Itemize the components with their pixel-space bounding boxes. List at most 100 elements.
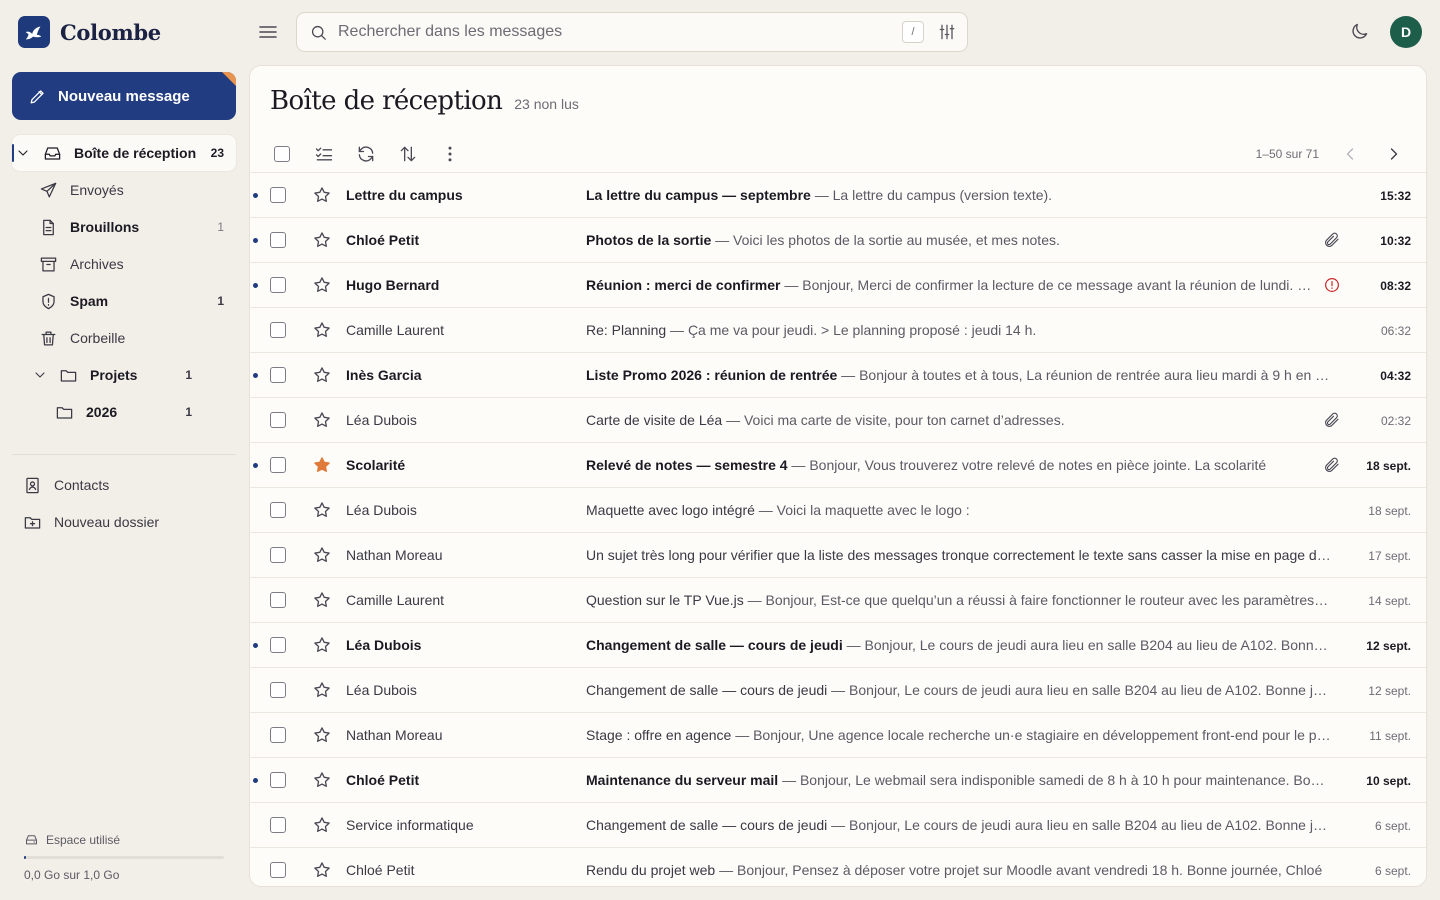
star-button[interactable] — [312, 500, 332, 520]
message-checkbox[interactable] — [270, 772, 286, 788]
select-all-checkbox[interactable] — [274, 146, 290, 162]
message-subject: Réunion : merci de confirmer — [586, 277, 781, 293]
message-row[interactable]: Inès Garcia Liste Promo 2026 : réunion de… — [250, 353, 1426, 398]
message-summary: Maquette avec logo intégré — Voici la ma… — [586, 502, 1332, 518]
theme-toggle-button[interactable] — [1349, 21, 1370, 42]
message-row[interactable]: Service informatique Changement de salle … — [250, 803, 1426, 848]
user-avatar[interactable]: D — [1390, 16, 1422, 48]
star-button[interactable] — [312, 815, 332, 835]
message-subject: Changement de salle — cours de jeudi — [586, 682, 828, 698]
message-row[interactable]: Nathan Moreau Un sujet très long pour vér… — [250, 533, 1426, 578]
star-button[interactable] — [312, 455, 332, 475]
message-checkbox[interactable] — [270, 457, 286, 473]
star-button[interactable] — [312, 770, 332, 790]
sort-button[interactable] — [398, 144, 418, 164]
message-checkbox[interactable] — [270, 187, 286, 203]
alert-icon — [1325, 278, 1339, 292]
sidebar-item-trash[interactable]: Corbeille — [12, 320, 236, 356]
message-checkbox[interactable] — [270, 682, 286, 698]
refresh-button[interactable] — [356, 144, 376, 164]
message-sender: Léa Dubois — [346, 502, 417, 518]
message-checkbox[interactable] — [270, 232, 286, 248]
message-row[interactable]: Hugo Bernard Réunion : merci de confirmer… — [250, 263, 1426, 308]
chevron-down-icon[interactable] — [32, 367, 48, 383]
message-checkbox[interactable] — [270, 547, 286, 563]
star-button[interactable] — [312, 365, 332, 385]
message-checkbox[interactable] — [270, 592, 286, 608]
hamburger-menu-button[interactable] — [256, 20, 280, 44]
sidebar-divider — [12, 454, 236, 455]
message-checkbox[interactable] — [270, 862, 286, 878]
message-summary: Changement de salle — cours de jeudi — B… — [586, 817, 1332, 833]
star-button[interactable] — [312, 230, 332, 250]
message-row[interactable]: Léa Dubois Changement de salle — cours de… — [250, 668, 1426, 713]
app-name: Colombe — [60, 19, 161, 45]
star-button[interactable] — [312, 275, 332, 295]
message-subject: Un sujet très long pour vérifier que la … — [586, 547, 1332, 563]
pagination-label: 1–50 sur 71 — [1255, 147, 1319, 161]
message-row[interactable]: Camille Laurent Question sur le TP Vue.js… — [250, 578, 1426, 623]
message-checkbox[interactable] — [270, 412, 286, 428]
search-bar[interactable]: / — [296, 12, 968, 52]
message-checkbox[interactable] — [270, 502, 286, 518]
message-row[interactable]: Scolarité Relevé de notes — semestre 4 — … — [250, 443, 1426, 488]
message-row[interactable]: Chloé Petit Maintenance du serveur mail —… — [250, 758, 1426, 803]
brand[interactable]: Colombe — [18, 16, 161, 48]
unread-count-badge: 23 — [210, 146, 224, 160]
message-date: 11 sept. — [1369, 729, 1411, 743]
folder-count: 1 — [185, 405, 192, 419]
message-checkbox[interactable] — [270, 277, 286, 293]
message-row[interactable]: Chloé Petit Photos de la sortie — Voici l… — [250, 218, 1426, 263]
sidebar-item-spam[interactable]: Spam 1 — [12, 283, 236, 319]
star-button[interactable] — [312, 635, 332, 655]
message-row[interactable]: Léa Dubois Changement de salle — cours de… — [250, 623, 1426, 668]
unread-dot — [253, 238, 258, 243]
sidebar-item-contacts[interactable]: Contacts — [12, 467, 236, 503]
message-row[interactable]: Nathan Moreau Stage : offre en agence — B… — [250, 713, 1426, 758]
message-summary: Changement de salle — cours de jeudi — B… — [586, 637, 1332, 653]
previous-page-button[interactable] — [1340, 144, 1360, 164]
message-checkbox[interactable] — [270, 637, 286, 653]
chevron-down-icon[interactable] — [15, 145, 31, 161]
message-subject: Changement de salle — cours de jeudi — [586, 817, 828, 833]
message-row[interactable]: Léa Dubois Maquette avec logo intégré — V… — [250, 488, 1426, 533]
sidebar-item-label: Boîte de réception — [74, 145, 197, 161]
message-checkbox[interactable] — [270, 727, 286, 743]
star-button[interactable] — [312, 410, 332, 430]
sidebar-item-archives[interactable]: Archives — [12, 246, 236, 282]
sidebar-item-drafts[interactable]: Brouillons 1 — [12, 209, 236, 245]
next-page-button[interactable] — [1384, 144, 1404, 164]
message-checkbox[interactable] — [270, 817, 286, 833]
message-row[interactable]: Lettre du campus La lettre du campus — se… — [250, 173, 1426, 218]
select-options-button[interactable] — [314, 144, 334, 164]
active-indicator — [12, 144, 14, 162]
sidebar-item-inbox[interactable]: Boîte de réception 23 — [12, 135, 236, 171]
search-icon — [311, 25, 326, 40]
star-button[interactable] — [312, 320, 332, 340]
sidebar-item-new-folder[interactable]: Nouveau dossier — [12, 504, 236, 540]
archive-icon — [40, 257, 57, 271]
message-row[interactable]: Chloé Petit Rendu du projet web — Bonjour… — [250, 848, 1426, 886]
message-preview: — Bonjour, Le webmail sera indisponible … — [778, 772, 1332, 788]
moon-icon — [1352, 23, 1368, 39]
star-button[interactable] — [312, 185, 332, 205]
star-icon — [314, 322, 330, 337]
sidebar-item-2026[interactable]: 2026 1 — [12, 394, 236, 430]
star-button[interactable] — [312, 680, 332, 700]
search-filters-button[interactable] — [937, 22, 957, 42]
star-button[interactable] — [312, 590, 332, 610]
message-row[interactable]: Léa Dubois Carte de visite de Léa — Voici… — [250, 398, 1426, 443]
message-sender: Léa Dubois — [346, 682, 417, 698]
star-button[interactable] — [312, 860, 332, 880]
message-checkbox[interactable] — [270, 322, 286, 338]
message-row[interactable]: Camille Laurent Re: Planning — Ça me va p… — [250, 308, 1426, 353]
sidebar-item-sent[interactable]: Envoyés — [12, 172, 236, 208]
star-button[interactable] — [312, 725, 332, 745]
star-icon — [314, 817, 330, 832]
compose-button[interactable]: Nouveau message — [12, 72, 236, 120]
sidebar-item-projets[interactable]: Projets 1 — [12, 357, 236, 393]
more-options-button[interactable] — [440, 144, 460, 164]
message-checkbox[interactable] — [270, 367, 286, 383]
search-input[interactable] — [338, 23, 878, 41]
star-button[interactable] — [312, 545, 332, 565]
